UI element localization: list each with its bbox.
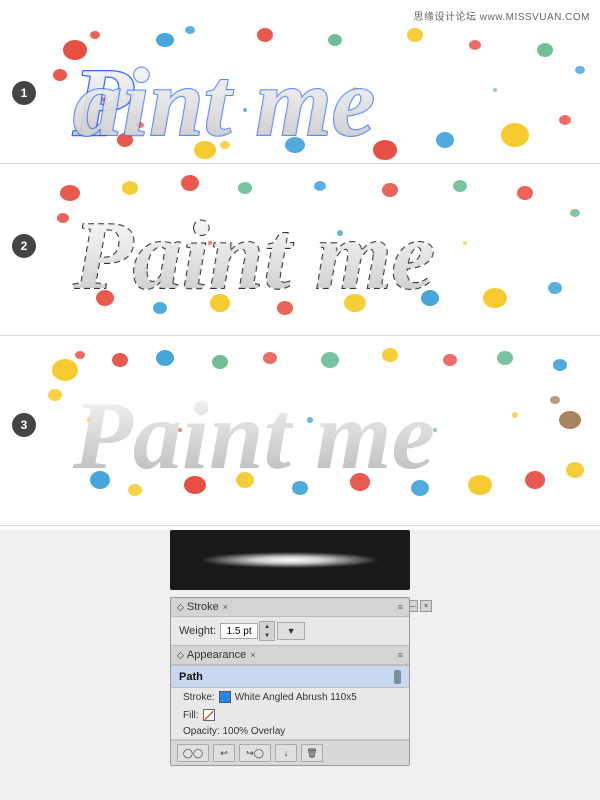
- step-badge-1: 1: [12, 81, 36, 105]
- brush-stroke: [190, 551, 390, 569]
- paint-text-3: Paint me: [40, 340, 590, 510]
- appearance-panel-header: ◇ Appearance × ≡: [171, 646, 409, 665]
- fill-item-row: Fill:: [171, 706, 409, 724]
- opacity-label: Opacity: 100% Overlay: [183, 726, 285, 737]
- spinner-down[interactable]: ▼: [260, 631, 274, 640]
- step-section-2: 2 Paint me: [0, 168, 600, 323]
- appearance-panel-menu[interactable]: ≡: [398, 650, 403, 660]
- spinner: ▲ ▼: [259, 621, 275, 641]
- opacity-row: Opacity: 100% Overlay: [171, 724, 409, 740]
- toolbar-btn-trash[interactable]: 🗑: [301, 744, 323, 762]
- stroke-panel-header: ◇ Stroke × ≡: [171, 598, 409, 617]
- weight-label: Weight:: [179, 625, 216, 637]
- paint-svg-1: P P aint me aint me: [40, 20, 590, 165]
- stroke-item-row: Stroke: White Angled Abrush 110x5: [171, 688, 409, 706]
- toolbar-btn-down[interactable]: ↓: [275, 744, 297, 762]
- brush-preview: [170, 530, 410, 590]
- divider-2: [0, 335, 600, 336]
- appearance-path-row[interactable]: Path: [171, 665, 409, 688]
- weight-input[interactable]: [220, 623, 258, 639]
- weight-dropdown[interactable]: ▼: [277, 622, 305, 640]
- paint-svg-3: Paint me: [40, 340, 590, 510]
- path-label: Path: [179, 671, 203, 683]
- step-section-3: 3: [0, 340, 600, 510]
- stroke-diamond-icon: ◇: [177, 602, 184, 613]
- paint-svg-2: Paint me Paint me: [40, 168, 590, 323]
- fill-none-swatch[interactable]: [203, 709, 215, 721]
- appearance-diamond-icon: ◇: [177, 650, 184, 661]
- step-badge-2: 2: [12, 234, 36, 258]
- divider-3: [0, 525, 600, 526]
- close-icon[interactable]: ×: [420, 600, 432, 612]
- step-section-1: 1: [0, 20, 600, 165]
- stroke-item-label: Stroke:: [183, 692, 215, 703]
- svg-text:aint me: aint me: [73, 49, 375, 157]
- stroke-color-swatch[interactable]: [219, 691, 231, 703]
- panels-area: ◇ Stroke × ≡ Weight: ▲ ▼ ▼ ◇ Appearance …: [170, 597, 410, 766]
- stroke-panel-close[interactable]: ×: [223, 602, 228, 612]
- stroke-panel: ◇ Stroke × ≡ Weight: ▲ ▼ ▼: [171, 598, 409, 646]
- fill-item-label: Fill:: [183, 710, 199, 721]
- appearance-panel-title: Appearance: [187, 649, 246, 661]
- paint-text-1: P P aint me aint me: [40, 20, 590, 165]
- divider-1: [0, 163, 600, 164]
- paint-text-2: Paint me Paint me: [40, 168, 590, 323]
- toolbar-btn-circles[interactable]: ◯◯: [177, 744, 209, 762]
- toolbar-btn-redo[interactable]: ↪◯: [239, 744, 271, 762]
- toolbar-btn-undo[interactable]: ↩: [213, 744, 235, 762]
- stroke-panel-menu[interactable]: ≡: [398, 602, 403, 612]
- stroke-weight-row: Weight: ▲ ▼ ▼: [171, 617, 409, 645]
- stroke-item-value: White Angled Abrush 110x5: [235, 692, 357, 703]
- spinner-up[interactable]: ▲: [260, 622, 274, 631]
- stroke-panel-title: Stroke: [187, 601, 219, 613]
- appearance-panel: ◇ Appearance × ≡ Path Stroke: White Angl…: [171, 646, 409, 765]
- appearance-panel-close[interactable]: ×: [250, 650, 255, 660]
- step-badge-3: 3: [12, 413, 36, 437]
- svg-text:Paint me: Paint me: [72, 382, 435, 490]
- svg-text:Paint me: Paint me: [72, 202, 435, 310]
- panel-toolbar: ◯◯ ↩ ↪◯ ↓ 🗑: [171, 740, 409, 765]
